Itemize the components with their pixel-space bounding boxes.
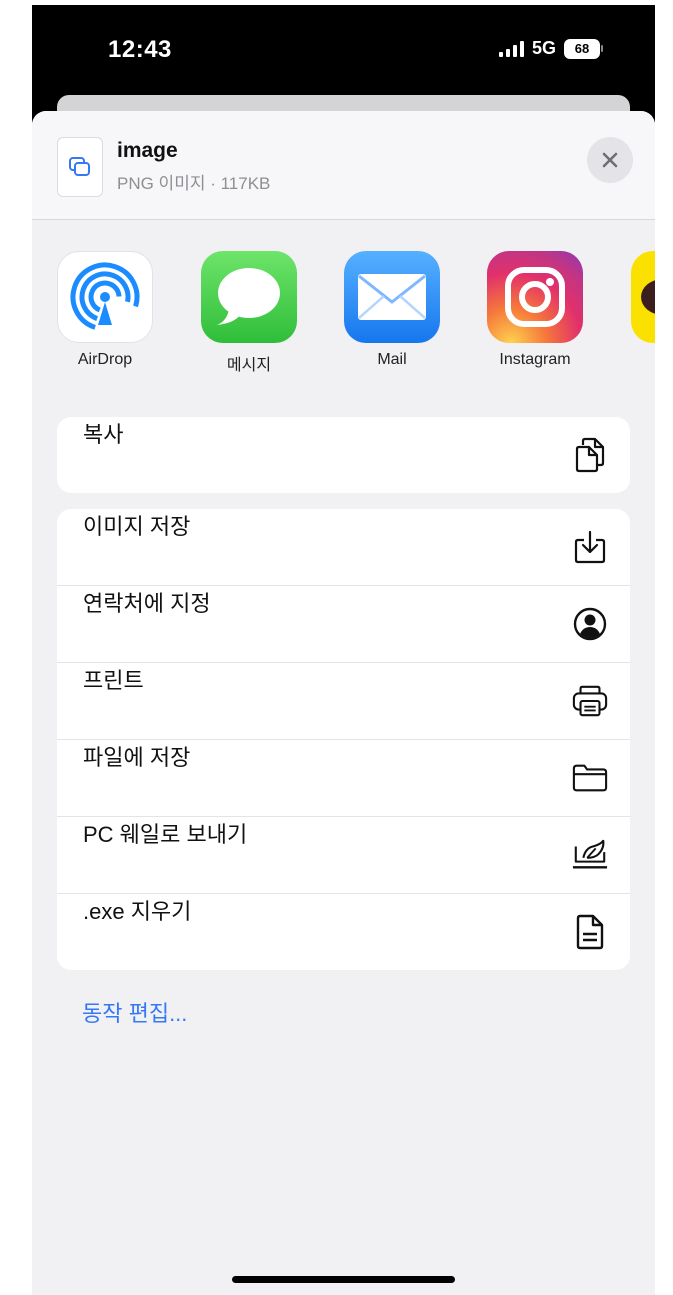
action-send-to-pc-whale[interactable]: PC 웨일로 보내기 xyxy=(57,817,630,894)
action-copy[interactable]: 복사 xyxy=(57,417,630,493)
app-label: Instagram xyxy=(499,351,571,368)
action-label: 프린트 xyxy=(83,668,144,693)
action-label: 이미지 저장 xyxy=(83,514,191,539)
save-image-icon xyxy=(572,529,608,565)
action-save-to-files[interactable]: 파일에 저장 xyxy=(57,740,630,817)
printer-icon xyxy=(572,683,608,719)
photo-stack-icon xyxy=(69,157,90,176)
app-kakaotalk[interactable]: 카 xyxy=(631,251,655,375)
app-messages[interactable]: 메시지 xyxy=(201,251,297,375)
action-label: .exe 지우기 xyxy=(83,899,192,924)
action-label: PC 웨일로 보내기 xyxy=(83,822,248,847)
copy-group: 복사 xyxy=(57,417,630,493)
contact-icon xyxy=(572,606,608,642)
app-airdrop[interactable]: AirDrop xyxy=(57,251,153,369)
app-instagram[interactable]: Instagram xyxy=(487,251,583,369)
kakaotalk-icon xyxy=(631,251,655,343)
file-subtitle: PNG 이미지 · 117KB xyxy=(117,174,271,193)
app-label: AirDrop xyxy=(77,351,133,368)
battery-icon: 68 xyxy=(564,38,603,59)
actions-group: 이미지 저장 연락처에 지정 프린트 파일에 저장 PC 웨일로 보내기 .ex… xyxy=(57,509,630,970)
document-icon xyxy=(572,914,608,950)
status-bar: 12:43 5G 68 xyxy=(32,5,655,100)
close-button[interactable] xyxy=(587,137,633,183)
action-delete-exe[interactable]: .exe 지우기 xyxy=(57,894,630,970)
app-share-row: AirDrop 메시지 Mail Instagram xyxy=(32,251,655,381)
action-save-image[interactable]: 이미지 저장 xyxy=(57,509,630,586)
file-thumbnail xyxy=(57,137,103,197)
share-sheet-header: image PNG 이미지 · 117KB xyxy=(32,111,655,220)
phone-screen: 12:43 5G 68 image PNG 이미지 · 117KB AirDro… xyxy=(32,5,655,1295)
battery-level: 68 xyxy=(564,38,600,59)
mail-icon xyxy=(344,251,440,343)
action-assign-contact[interactable]: 연락처에 지정 xyxy=(57,586,630,663)
copy-icon xyxy=(572,437,608,473)
whale-send-icon xyxy=(572,837,608,873)
app-label: 메시지 xyxy=(226,357,272,374)
edit-actions-link[interactable]: 동작 편집... xyxy=(82,996,187,1028)
app-label: 카 xyxy=(631,351,655,375)
action-label: 파일에 저장 xyxy=(83,745,191,770)
action-label: 연락처에 지정 xyxy=(83,591,211,616)
action-print[interactable]: 프린트 xyxy=(57,663,630,740)
app-mail[interactable]: Mail xyxy=(344,251,440,369)
folder-icon xyxy=(572,760,608,796)
network-type: 5G xyxy=(531,38,556,58)
airdrop-icon xyxy=(57,251,153,343)
share-sheet: image PNG 이미지 · 117KB AirDrop 메시지 Mail I… xyxy=(32,111,655,1295)
action-label: 복사 xyxy=(83,422,124,447)
home-indicator[interactable] xyxy=(232,1276,455,1283)
status-time: 12:43 xyxy=(108,36,172,63)
instagram-icon xyxy=(487,251,583,343)
file-title: image xyxy=(117,139,178,162)
app-label: Mail xyxy=(377,351,407,368)
messages-icon xyxy=(201,251,297,343)
xmark-icon xyxy=(602,152,618,168)
status-indicators: 5G 68 xyxy=(498,38,603,59)
cellular-signal-icon xyxy=(498,40,524,57)
